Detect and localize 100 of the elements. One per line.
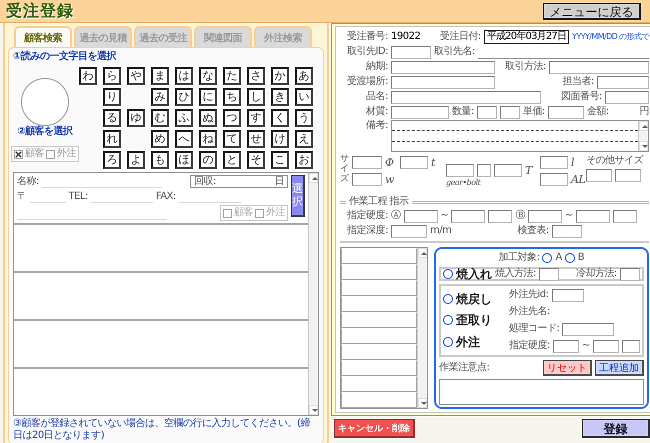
kana-key[interactable]: む [151, 108, 169, 126]
input-field[interactable] [562, 322, 614, 336]
input-field[interactable] [500, 106, 520, 118]
kana-key[interactable]: つ [223, 108, 241, 126]
collection-day-field[interactable]: 回収: 日 [190, 175, 288, 188]
radio-button[interactable] [443, 337, 453, 348]
kana-key[interactable]: け [271, 130, 289, 148]
kana-key[interactable]: り [103, 88, 121, 106]
radio-button[interactable] [443, 315, 453, 326]
kana-key[interactable]: や [127, 66, 145, 84]
input-field[interactable] [552, 340, 579, 352]
kana-key[interactable]: お [295, 150, 313, 168]
notes-field[interactable] [439, 379, 644, 405]
list-row[interactable] [341, 248, 417, 264]
input-field[interactable] [352, 172, 382, 186]
kana-key[interactable]: へ [175, 130, 193, 148]
input-field[interactable] [552, 288, 584, 302]
list-row[interactable] [341, 296, 417, 312]
kana-key[interactable]: す [247, 108, 265, 126]
input-field[interactable] [576, 210, 610, 222]
kana-key[interactable]: み [151, 88, 169, 106]
input-field[interactable] [552, 224, 582, 238]
kana-key[interactable]: き [271, 88, 289, 106]
kana-key[interactable]: ち [223, 88, 241, 106]
kana-key[interactable]: て [223, 130, 241, 148]
input-field[interactable] [391, 60, 495, 74]
kana-key[interactable]: い [295, 88, 313, 106]
remarks-field[interactable] [391, 120, 649, 152]
input-field[interactable] [540, 172, 568, 186]
checkbox[interactable] [14, 150, 23, 158]
scrollbar[interactable] [638, 121, 648, 151]
input-field[interactable] [352, 156, 382, 168]
date-field[interactable]: 平成20年03月27日 [484, 30, 570, 44]
input-field[interactable] [400, 156, 428, 168]
kana-key[interactable]: あ [295, 66, 313, 84]
input-field[interactable] [548, 106, 584, 118]
scrollbar[interactable] [308, 173, 318, 415]
kana-key[interactable]: よ [127, 150, 145, 168]
input-field[interactable] [615, 168, 641, 182]
radio-button[interactable] [542, 253, 552, 263]
cancel-button[interactable]: キャンセル・削除 [334, 419, 415, 438]
kana-key[interactable]: こ [271, 150, 289, 168]
kana-key[interactable]: わ [79, 66, 97, 84]
input-field[interactable] [476, 106, 497, 118]
kana-key[interactable]: も [151, 150, 169, 168]
kana-key[interactable]: ひ [175, 88, 193, 106]
input-field[interactable] [391, 106, 449, 118]
kana-key[interactable]: せ [247, 130, 265, 148]
input-field[interactable] [548, 60, 649, 74]
kana-key[interactable]: ふ [175, 108, 193, 126]
kana-key[interactable]: な [199, 66, 217, 84]
input-field[interactable] [596, 76, 649, 88]
list-row[interactable] [341, 344, 417, 360]
kana-key[interactable]: ぬ [199, 108, 217, 126]
input-field[interactable] [604, 90, 649, 104]
menu-button[interactable]: メニューに戻る [543, 2, 641, 20]
radio-button[interactable] [564, 253, 575, 263]
input-field[interactable] [494, 164, 522, 176]
kana-key[interactable]: た [223, 66, 241, 84]
input-field[interactable] [391, 224, 427, 238]
input-field[interactable] [540, 156, 568, 168]
kana-key[interactable]: に [199, 88, 217, 106]
kana-key[interactable]: し [247, 88, 265, 106]
input-field[interactable] [404, 210, 438, 222]
list-row[interactable] [341, 312, 417, 328]
input-field[interactable] [446, 164, 474, 176]
scrollbar[interactable] [417, 248, 427, 408]
register-button[interactable]: 登録 [582, 419, 650, 438]
input-field[interactable] [391, 76, 495, 88]
checkbox[interactable] [255, 208, 264, 218]
add-process-button[interactable]: 工程追加 [594, 360, 644, 376]
kana-key[interactable]: ね [199, 130, 217, 148]
input-field[interactable] [622, 340, 640, 352]
input-field[interactable] [612, 210, 637, 222]
kana-key[interactable]: か [271, 66, 289, 84]
input-field[interactable] [451, 210, 486, 222]
list-row[interactable] [341, 392, 417, 408]
radio-button[interactable] [443, 269, 453, 279]
list-row[interactable] [341, 264, 417, 280]
kana-key[interactable]: め [151, 130, 169, 148]
input-field[interactable] [586, 168, 612, 182]
kana-key[interactable]: さ [247, 66, 265, 84]
radio-button[interactable] [443, 294, 453, 304]
kana-key[interactable]: の [199, 150, 217, 168]
checkbox[interactable] [46, 150, 55, 158]
list-row[interactable] [341, 360, 417, 376]
list-row[interactable] [341, 328, 417, 344]
list-row[interactable] [341, 280, 417, 296]
kana-key[interactable]: は [175, 66, 193, 84]
input-field[interactable] [528, 210, 562, 222]
input-field[interactable] [538, 268, 559, 280]
kana-key[interactable]: え [295, 130, 313, 148]
kana-key[interactable]: れ [103, 130, 121, 148]
kana-key[interactable]: う [295, 108, 313, 126]
input-field[interactable] [620, 268, 640, 280]
kana-key[interactable]: ゆ [127, 108, 145, 126]
kana-key[interactable]: る [103, 108, 121, 126]
kana-key[interactable]: ほ [175, 150, 193, 168]
kana-key[interactable]: ろ [103, 150, 121, 168]
list-row[interactable] [341, 376, 417, 392]
